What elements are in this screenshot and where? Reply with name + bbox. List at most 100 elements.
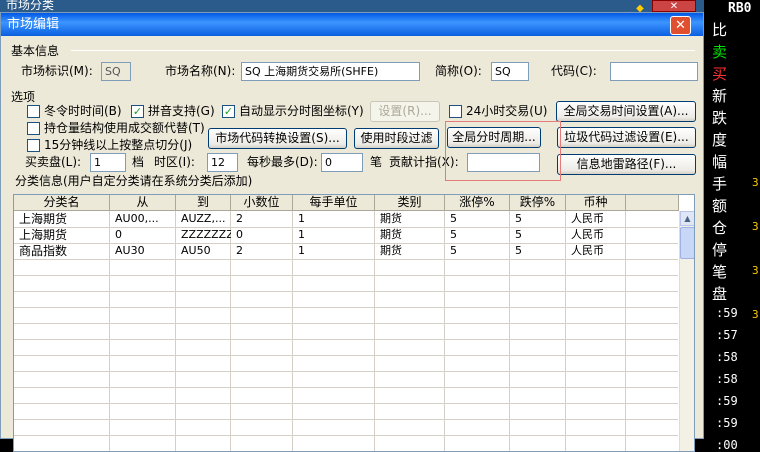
market-id-label: 市场标识(M): xyxy=(21,64,93,78)
scroll-up-icon[interactable]: ▲ xyxy=(680,211,694,226)
basic-info-section: 基本信息 xyxy=(11,44,60,58)
max-per-second-input[interactable]: 0 xyxy=(321,153,363,172)
time-filter-button[interactable]: 使用时段过滤 xyxy=(354,128,439,149)
column-header[interactable]: 每手单位 xyxy=(293,195,375,211)
row-divider xyxy=(14,323,678,324)
table-cell[interactable]: 5 xyxy=(510,227,566,243)
panel-time: :59 xyxy=(716,416,738,430)
table-cell[interactable]: 期货 xyxy=(375,243,445,259)
junk-code-filter-button[interactable]: 垃圾代码过滤设置(E)... xyxy=(557,127,696,148)
table-cell[interactable]: 5 xyxy=(445,243,510,259)
panel-value: 3 xyxy=(752,264,759,277)
column-header[interactable]: 小数位 xyxy=(231,195,293,211)
row-divider xyxy=(14,371,678,372)
24h-trading-checkbox[interactable] xyxy=(449,105,462,118)
row-divider xyxy=(14,403,678,404)
table-cell[interactable]: 人民币 xyxy=(566,211,626,227)
table-cell[interactable]: AUZZ,... xyxy=(176,211,231,227)
position-structure-checkbox[interactable] xyxy=(27,122,40,135)
table-cell[interactable]: 期货 xyxy=(375,211,445,227)
column-header[interactable]: 类别 xyxy=(375,195,445,211)
winter-time-checkbox[interactable] xyxy=(27,105,40,118)
auto-axis-label: 自动显示分时图坐标(Y) xyxy=(239,104,364,118)
short-name-input[interactable]: SQ xyxy=(491,62,529,81)
panel-label-char: 比 xyxy=(712,21,728,39)
row-divider xyxy=(14,339,678,340)
panel-label-char: 盘 xyxy=(712,285,728,303)
table-cell[interactable]: 2 xyxy=(231,211,293,227)
scroll-thumb[interactable] xyxy=(680,227,694,259)
table-cell[interactable]: 5 xyxy=(510,243,566,259)
auto-axis-checkbox[interactable]: ✓ xyxy=(222,105,235,118)
market-name-input[interactable]: SQ 上海期货交易所(SHFE) xyxy=(241,62,420,81)
panel-value: 3 xyxy=(752,220,759,233)
column-header[interactable]: 币种 xyxy=(566,195,626,211)
outer-close-button[interactable]: ✕ xyxy=(652,0,696,12)
panel-value: 3 xyxy=(752,308,759,321)
divider xyxy=(71,50,695,51)
global-trading-time-button[interactable]: 全局交易时间设置(A)... xyxy=(556,101,696,122)
panel-label-char: 跌 xyxy=(712,109,728,127)
panel-label-char: 度 xyxy=(712,131,728,149)
table-cell[interactable]: 上海期货 xyxy=(14,211,110,227)
code-convert-button[interactable]: 市场代码转换设置(S)... xyxy=(208,128,347,149)
panel-label-char: 买 xyxy=(712,65,728,83)
panel-time: :00 xyxy=(716,438,738,452)
table-cell[interactable]: 0 xyxy=(231,227,293,243)
code-input[interactable] xyxy=(610,62,698,81)
level-label: 档 xyxy=(132,155,145,169)
info-mine-path-button[interactable]: 信息地雷路径(F)... xyxy=(557,154,696,175)
table-cell[interactable]: AU00,... xyxy=(110,211,176,227)
settings-button[interactable]: 设置(R)... xyxy=(370,101,440,122)
table-cell[interactable]: 期货 xyxy=(375,227,445,243)
table-cell[interactable]: ZZZZZZZZ xyxy=(176,227,231,243)
column-header[interactable]: 从 xyxy=(110,195,176,211)
24h-trading-label: 24小时交易(U) xyxy=(466,104,548,118)
table-cell[interactable]: 1 xyxy=(293,211,375,227)
15min-split-checkbox[interactable] xyxy=(27,139,40,152)
panel-label-char: 额 xyxy=(712,197,728,215)
row-divider xyxy=(14,419,678,420)
code-label: 代码(C): xyxy=(551,64,597,78)
table-cell[interactable]: AU50 xyxy=(176,243,231,259)
timezone-input[interactable]: 12 xyxy=(207,153,238,172)
table-cell[interactable]: 人民币 xyxy=(566,227,626,243)
table-cell[interactable]: 5 xyxy=(445,227,510,243)
column-header[interactable]: 分类名 xyxy=(14,195,110,211)
highlight-box xyxy=(445,121,561,181)
dialog-close-button[interactable]: ✕ xyxy=(670,16,691,35)
table-cell[interactable]: 1 xyxy=(293,227,375,243)
vertical-scrollbar[interactable]: ▲ xyxy=(679,211,694,451)
table-cell[interactable]: 5 xyxy=(510,211,566,227)
row-divider xyxy=(14,275,678,276)
pinyin-label: 拼音支持(G) xyxy=(148,104,215,118)
panel-time: :57 xyxy=(716,328,738,342)
row-divider xyxy=(14,435,678,436)
pinyin-checkbox[interactable]: ✓ xyxy=(131,105,144,118)
bid-ask-input[interactable]: 1 xyxy=(90,153,126,172)
table-cell[interactable]: 5 xyxy=(445,211,510,227)
market-id-input[interactable]: SQ xyxy=(101,62,131,81)
column-header[interactable]: 跌停% xyxy=(510,195,566,211)
table-cell[interactable]: 0 xyxy=(110,227,176,243)
table-cell[interactable]: AU30 xyxy=(110,243,176,259)
dialog-title: 市场编辑 xyxy=(7,17,60,32)
row-divider xyxy=(14,259,678,260)
table-cell[interactable]: 2 xyxy=(231,243,293,259)
panel-label-char: 手 xyxy=(712,175,728,193)
table-cell[interactable]: 人民币 xyxy=(566,243,626,259)
table-cell[interactable]: 上海期货 xyxy=(14,227,110,243)
panel-time: :59 xyxy=(716,306,738,320)
class-info-section: 分类信息(用户自定分类请在系统分类后添加) xyxy=(15,174,253,188)
timezone-label: 时区(I): xyxy=(154,155,195,169)
table-cell[interactable]: 商品指数 xyxy=(14,243,110,259)
row-divider xyxy=(14,387,678,388)
column-header[interactable]: 到 xyxy=(176,195,231,211)
short-name-label: 简称(O): xyxy=(435,64,482,78)
panel-label-char: 笔 xyxy=(712,263,728,281)
column-header-filler xyxy=(626,195,679,211)
panel-label-char: 新 xyxy=(712,87,728,105)
table-cell[interactable]: 1 xyxy=(293,243,375,259)
column-header[interactable]: 涨停% xyxy=(445,195,510,211)
class-table: 分类名从到小数位 每手单位 类别 涨停% 跌停% 币种上海期货 AU00,... AUZZ,.… xyxy=(13,194,695,452)
